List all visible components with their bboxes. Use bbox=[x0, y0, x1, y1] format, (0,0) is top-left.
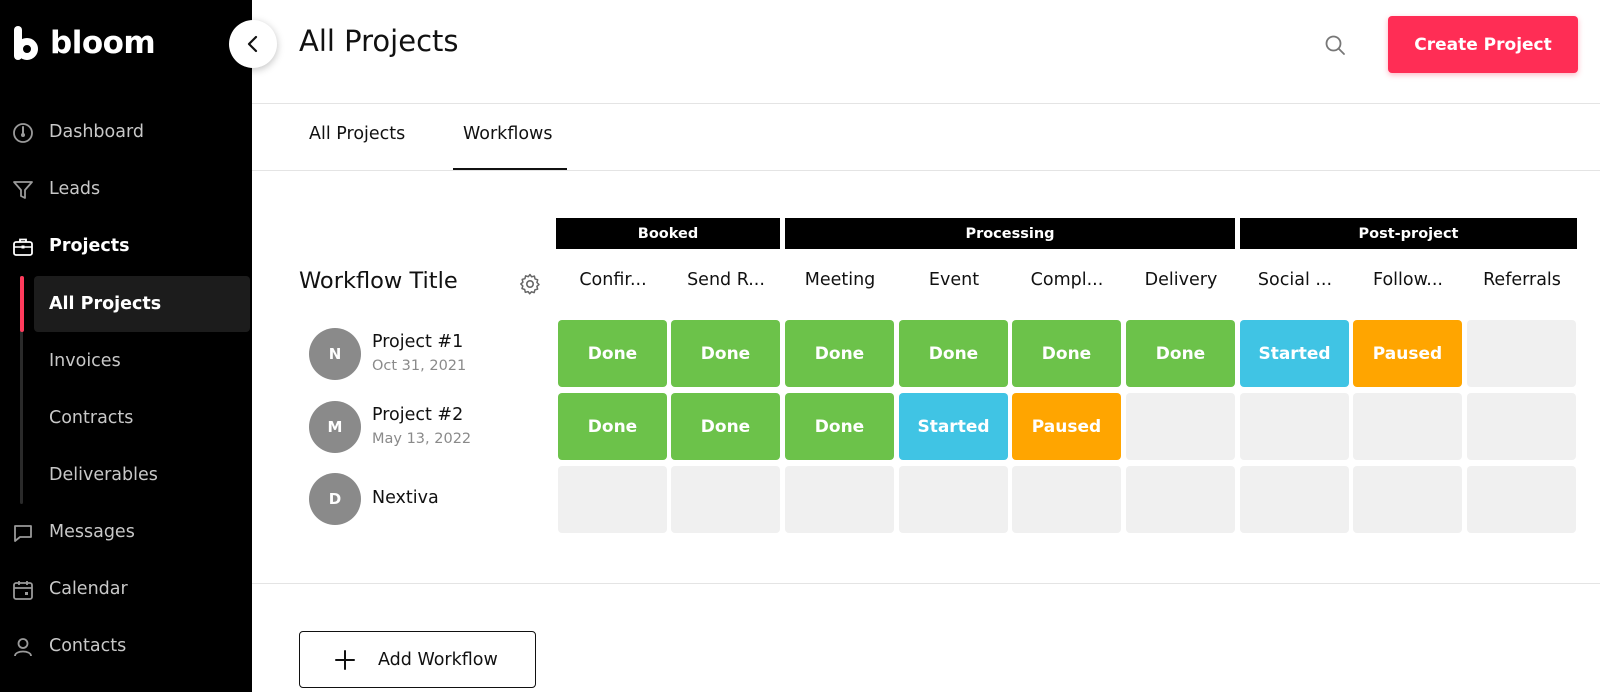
status-cell-done[interactable]: Done bbox=[558, 320, 667, 387]
workflow-column-header: Referrals bbox=[1483, 270, 1561, 290]
page-title: All Projects bbox=[299, 24, 459, 58]
sidebar-item-dashboard[interactable]: Dashboard bbox=[0, 112, 252, 152]
status-cell-empty[interactable] bbox=[1353, 393, 1462, 460]
workflow-column-header: Event bbox=[928, 270, 980, 290]
sidebar-item-label: Dashboard bbox=[49, 122, 144, 142]
tab-all-projects[interactable]: All Projects bbox=[309, 124, 405, 144]
status-cell-empty[interactable] bbox=[1467, 466, 1576, 533]
phase-post-project: Post-project bbox=[1240, 218, 1577, 249]
status-cell-paused[interactable]: Paused bbox=[1012, 393, 1121, 460]
sidebar-subitem-all-projects[interactable]: All Projects bbox=[34, 276, 250, 332]
workflow-column-header: Confir... bbox=[579, 270, 647, 290]
project-date: Oct 31, 2021 bbox=[372, 358, 467, 374]
workflow-column-header: Meeting bbox=[804, 270, 876, 290]
status-cell-empty[interactable] bbox=[1240, 466, 1349, 533]
status-cell-empty[interactable] bbox=[558, 466, 667, 533]
status-cell-empty[interactable] bbox=[1467, 393, 1576, 460]
project-name[interactable]: Project #2 bbox=[372, 405, 463, 425]
search-button[interactable] bbox=[1323, 33, 1347, 57]
sidebar-item-label: Leads bbox=[49, 179, 101, 199]
sidebar-item-projects[interactable]: Projects bbox=[0, 226, 252, 266]
status-cell-empty[interactable] bbox=[1012, 466, 1121, 533]
status-cell-empty[interactable] bbox=[899, 466, 1008, 533]
status-cell-done[interactable]: Done bbox=[899, 320, 1008, 387]
workflow-column-header: Delivery bbox=[1144, 270, 1218, 290]
avatar: N bbox=[309, 328, 361, 380]
bloom-logo-icon bbox=[14, 26, 40, 60]
user-icon bbox=[12, 636, 34, 658]
workflow-settings-button[interactable] bbox=[518, 272, 542, 296]
sidebar-item-contacts[interactable]: Contacts bbox=[0, 626, 252, 666]
plus-icon bbox=[335, 650, 355, 670]
status-cell-empty[interactable] bbox=[1353, 466, 1462, 533]
calendar-icon bbox=[12, 579, 34, 601]
sidebar-item-label: Calendar bbox=[49, 579, 128, 599]
sidebar: bloom Dashboard Leads Projects All Proje… bbox=[0, 0, 252, 692]
status-cell-done[interactable]: Done bbox=[671, 320, 780, 387]
workflow-column-header: Follow... bbox=[1373, 270, 1443, 290]
sidebar-item-label: Contacts bbox=[49, 636, 127, 656]
sidebar-item-calendar[interactable]: Calendar bbox=[0, 569, 252, 609]
sidebar-subitem-invoices[interactable]: Invoices bbox=[34, 333, 250, 389]
status-cell-empty[interactable] bbox=[785, 466, 894, 533]
brand-logo[interactable]: bloom bbox=[14, 25, 156, 61]
add-workflow-button[interactable]: Add Workflow bbox=[299, 631, 536, 688]
status-cell-started[interactable]: Started bbox=[1240, 320, 1349, 387]
status-cell-empty[interactable] bbox=[1467, 320, 1576, 387]
project-date: May 13, 2022 bbox=[372, 431, 472, 447]
status-cell-empty[interactable] bbox=[671, 466, 780, 533]
add-workflow-label: Add Workflow bbox=[378, 649, 498, 670]
workflow-column-header: Send R... bbox=[687, 270, 765, 290]
status-cell-done[interactable]: Done bbox=[1126, 320, 1235, 387]
status-cell-done[interactable]: Done bbox=[1012, 320, 1121, 387]
status-cell-empty[interactable] bbox=[1126, 466, 1235, 533]
gear-icon bbox=[520, 273, 540, 295]
status-cell-empty[interactable] bbox=[1240, 393, 1349, 460]
chevron-left-icon bbox=[247, 35, 258, 53]
avatar: D bbox=[309, 473, 361, 525]
subnav-active-indicator bbox=[20, 276, 24, 332]
funnel-icon bbox=[12, 179, 34, 201]
workflow-column-header: Social ... bbox=[1257, 270, 1333, 290]
phase-processing: Processing bbox=[785, 218, 1235, 249]
status-cell-paused[interactable]: Paused bbox=[1353, 320, 1462, 387]
project-name[interactable]: Nextiva bbox=[372, 488, 439, 508]
project-name[interactable]: Project #1 bbox=[372, 332, 463, 352]
sidebar-subitem-deliverables[interactable]: Deliverables bbox=[34, 447, 250, 503]
status-cell-empty[interactable] bbox=[1126, 393, 1235, 460]
status-cell-done[interactable]: Done bbox=[785, 393, 894, 460]
section-divider bbox=[252, 583, 1600, 584]
brand-name: bloom bbox=[50, 25, 156, 61]
workflow-title[interactable]: Workflow Title bbox=[299, 268, 458, 294]
status-cell-done[interactable]: Done bbox=[671, 393, 780, 460]
status-cell-started[interactable]: Started bbox=[899, 393, 1008, 460]
create-project-button[interactable]: Create Project bbox=[1388, 16, 1578, 73]
avatar: M bbox=[309, 401, 361, 453]
briefcase-icon bbox=[12, 236, 34, 258]
dashboard-icon bbox=[12, 122, 34, 144]
message-icon bbox=[12, 522, 34, 544]
phase-booked: Booked bbox=[556, 218, 780, 249]
search-icon bbox=[1325, 35, 1345, 55]
status-cell-done[interactable]: Done bbox=[785, 320, 894, 387]
sidebar-item-label: Messages bbox=[49, 522, 135, 542]
sidebar-item-messages[interactable]: Messages bbox=[0, 512, 252, 552]
collapse-sidebar-button[interactable] bbox=[229, 20, 277, 68]
sidebar-subitem-contracts[interactable]: Contracts bbox=[34, 390, 250, 446]
tabs-divider bbox=[252, 170, 1600, 171]
sidebar-item-leads[interactable]: Leads bbox=[0, 169, 252, 209]
header-divider bbox=[252, 103, 1600, 104]
workflow-column-header: Compl... bbox=[1030, 270, 1104, 290]
tab-workflows[interactable]: Workflows bbox=[463, 124, 552, 144]
sidebar-item-label: Projects bbox=[49, 236, 130, 256]
status-cell-done[interactable]: Done bbox=[558, 393, 667, 460]
